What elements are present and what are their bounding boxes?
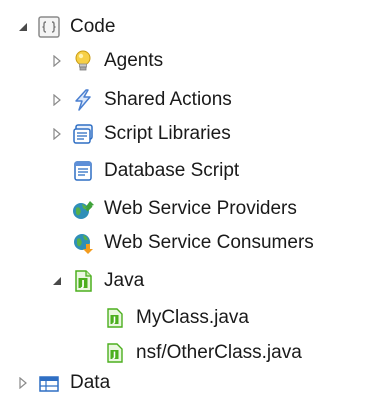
tree-item-myclass-java[interactable]: J MyClass.java: [102, 301, 249, 335]
lightbulb-icon: [70, 48, 96, 74]
tree-item-label: Code: [70, 16, 116, 37]
expanded-twisty-icon[interactable]: [50, 274, 64, 288]
expanded-twisty-icon[interactable]: [16, 20, 30, 34]
code-folder-icon: [36, 14, 62, 40]
java-file-icon: J: [102, 340, 128, 366]
collapsed-twisty-icon[interactable]: [50, 54, 64, 68]
tree-item-web-service-consumers[interactable]: Web Service Consumers: [50, 226, 314, 260]
tree-item-code[interactable]: Code: [16, 10, 115, 44]
tree-item-java[interactable]: J Java: [50, 264, 144, 298]
tree-item-label: Agents: [104, 50, 164, 71]
web-service-provider-icon: [70, 196, 96, 222]
script-library-icon: [70, 121, 96, 147]
tree-item-label: Data: [70, 372, 111, 393]
tree-item-database-script[interactable]: Database Script: [50, 154, 239, 188]
tree-item-label: Database Script: [104, 160, 240, 181]
tree-item-label: Web Service Providers: [104, 198, 297, 219]
svg-text:J: J: [112, 351, 116, 360]
tree-item-label: nsf/OtherClass.java: [136, 342, 302, 363]
tree-item-label: Script Libraries: [104, 123, 231, 144]
tree-item-data[interactable]: Data: [16, 366, 110, 400]
java-folder-icon: J: [70, 268, 96, 294]
tree-item-script-libraries[interactable]: Script Libraries: [50, 117, 231, 151]
tree-item-shared-actions[interactable]: Shared Actions: [50, 83, 232, 117]
java-file-icon: J: [102, 305, 128, 331]
tree-item-label: MyClass.java: [136, 307, 249, 328]
collapsed-twisty-icon[interactable]: [16, 376, 30, 390]
database-script-icon: [70, 158, 96, 184]
code-tree: Code Agents Shared Actions Script Librar…: [0, 0, 374, 393]
svg-text:J: J: [112, 316, 116, 325]
tree-item-agents[interactable]: Agents: [50, 44, 163, 78]
tree-item-label: Web Service Consumers: [104, 232, 314, 253]
lightning-icon: [70, 87, 96, 113]
data-folder-icon: [36, 370, 62, 396]
collapsed-twisty-icon[interactable]: [50, 127, 64, 141]
tree-item-label: Java: [104, 270, 145, 291]
tree-item-otherclass-java[interactable]: J nsf/OtherClass.java: [102, 336, 302, 370]
svg-text:J: J: [80, 280, 84, 290]
collapsed-twisty-icon[interactable]: [50, 93, 64, 107]
tree-item-label: Shared Actions: [104, 89, 232, 110]
tree-item-web-service-providers[interactable]: Web Service Providers: [50, 192, 297, 226]
web-service-consumer-icon: [70, 230, 96, 256]
